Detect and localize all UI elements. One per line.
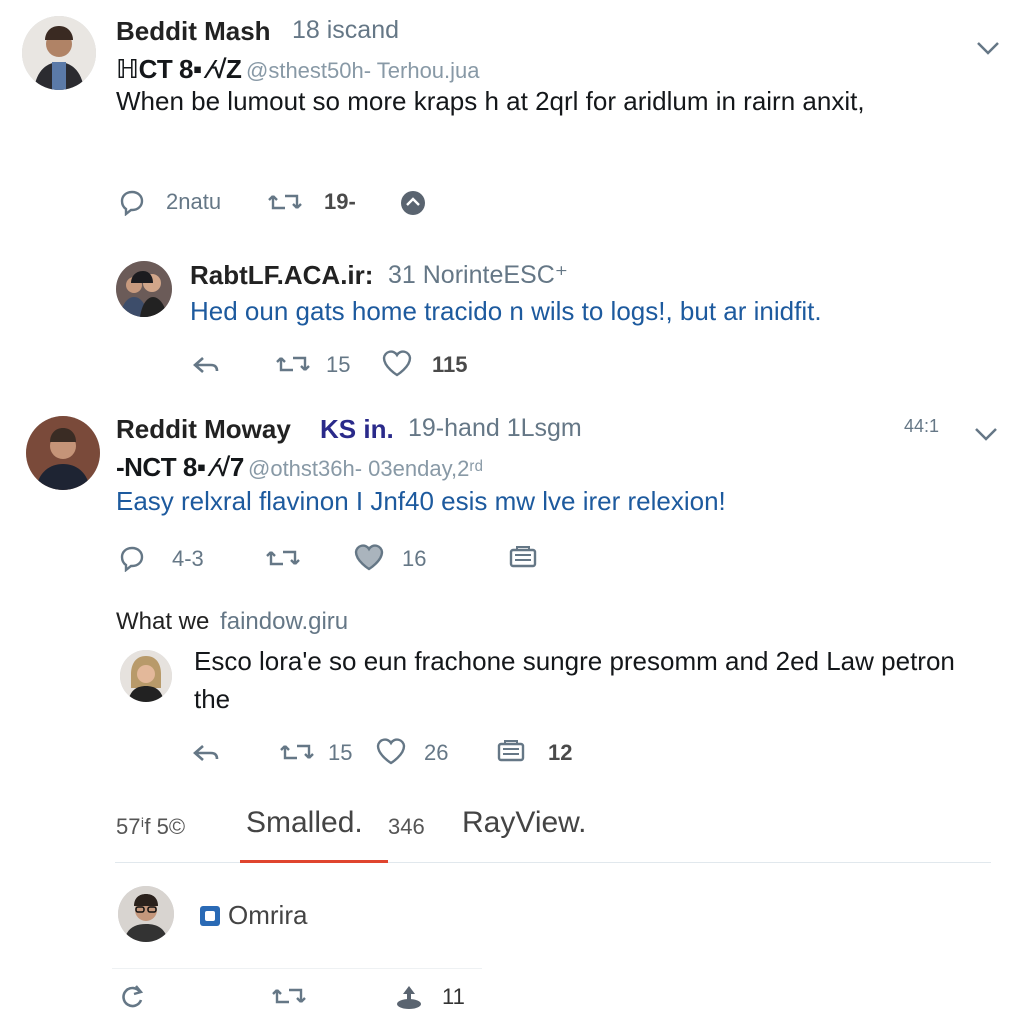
- post-time: 31 NorinteESC⁺: [388, 261, 568, 289]
- author-name[interactable]: RabtLF.ACA.ir:: [190, 260, 373, 291]
- context-text: What we: [116, 608, 210, 635]
- post-body: When be lumout so more kraps h at 2qrl f…: [116, 86, 865, 116]
- tab-left[interactable]: 57ⁱf 5©: [116, 814, 185, 840]
- retweet-icon[interactable]: [274, 348, 312, 380]
- retweet-count: 15: [328, 740, 353, 765]
- handle[interactable]: @sthest50h- Terhou.jua: [246, 58, 480, 84]
- heart-icon[interactable]: [380, 346, 414, 380]
- handle-code: -NCT 8▪ ⁄√7: [116, 452, 244, 482]
- share-count: 11: [442, 984, 465, 1009]
- reply-icon[interactable]: [116, 542, 148, 574]
- tab-smalled[interactable]: Smalled.: [246, 806, 363, 840]
- message-count: 12: [548, 740, 573, 765]
- heart-icon[interactable]: [374, 734, 408, 768]
- retweet-icon[interactable]: [278, 736, 316, 768]
- post-time: 18 iscand: [292, 16, 400, 44]
- retweet-icon[interactable]: [266, 186, 304, 218]
- chevron-down-icon[interactable]: [972, 424, 1000, 444]
- chevron-down-icon[interactable]: [974, 38, 1002, 58]
- retweet-icon[interactable]: [270, 980, 308, 1012]
- reply-arrow-icon[interactable]: [190, 738, 222, 768]
- composer-label[interactable]: Omrira: [228, 900, 307, 931]
- message-icon[interactable]: [506, 542, 540, 572]
- tab-rayview[interactable]: RayView.: [462, 806, 587, 840]
- refresh-icon[interactable]: [116, 980, 150, 1012]
- post-corner-count: 44:1: [904, 416, 940, 436]
- share-icon[interactable]: [392, 980, 426, 1012]
- post-body: Hed oun gats home tracido n wils to logs…: [190, 296, 822, 326]
- retweet-count: 19-: [324, 189, 356, 214]
- avatar[interactable]: [22, 16, 96, 90]
- context-line: What we faindow.giru: [116, 608, 348, 636]
- reply-icon[interactable]: [116, 186, 148, 218]
- heart-icon[interactable]: [352, 540, 386, 574]
- share-icon[interactable]: [398, 188, 428, 218]
- retweet-icon[interactable]: [264, 542, 302, 574]
- post-body: Easy relxral flavinon I Jnf40 esis mw lv…: [116, 486, 726, 516]
- reply-count: 2natu: [166, 189, 222, 214]
- avatar[interactable]: [116, 261, 172, 317]
- author-name[interactable]: Beddit Mash: [116, 16, 271, 47]
- retweet-count: 15: [326, 352, 351, 377]
- active-tab-indicator: [240, 860, 388, 863]
- avatar[interactable]: [26, 416, 100, 490]
- handle[interactable]: @othst36h- 03enday,2ʳᵈ: [248, 456, 483, 482]
- flag-icon: [200, 906, 220, 926]
- like-count: 16: [402, 546, 427, 571]
- context-link[interactable]: faindow.giru: [220, 608, 348, 635]
- tab-count: 346: [388, 814, 425, 839]
- post-time: 19-hand 1Lsgm: [408, 414, 582, 442]
- composer-divider: [112, 968, 482, 969]
- avatar[interactable]: [120, 650, 172, 702]
- like-count: 115: [432, 352, 468, 377]
- avatar[interactable]: [118, 886, 174, 942]
- message-icon[interactable]: [494, 736, 528, 766]
- reply-count: 4-3: [172, 546, 204, 571]
- author-name[interactable]: Reddit Moway: [116, 414, 291, 445]
- author-badge: KS in.: [320, 414, 394, 444]
- like-count: 26: [424, 740, 449, 765]
- timeline-feed: Beddit Mash 18 iscand ℍCT 8▪ ⁄√Z @sthest…: [0, 0, 1024, 1024]
- handle-code: ℍCT 8▪ ⁄√Z: [116, 54, 242, 84]
- reply-arrow-icon[interactable]: [190, 350, 222, 380]
- post-body: Esco lora'e so eun frachone sungre preso…: [194, 646, 955, 714]
